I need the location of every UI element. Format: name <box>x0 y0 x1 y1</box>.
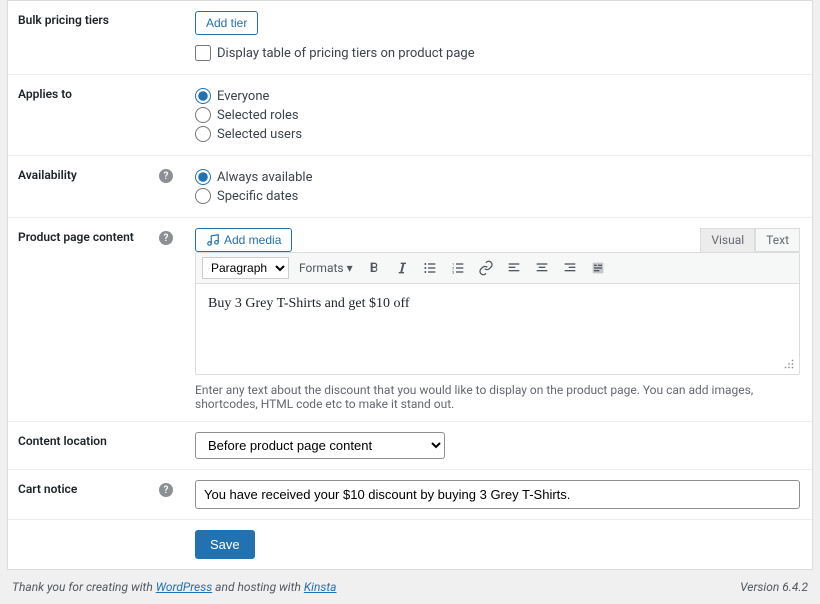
applies-everyone-radio[interactable] <box>195 88 211 104</box>
resize-handle-icon[interactable] <box>782 357 796 371</box>
bulk-pricing-label: Bulk pricing tiers <box>18 13 109 27</box>
editor-toolbar: Paragraph Formats ▾ 123 <box>196 253 799 284</box>
applies-to-label: Applies to <box>18 87 72 101</box>
display-table-label: Display table of pricing tiers on produc… <box>217 46 475 61</box>
paragraph-select[interactable]: Paragraph <box>202 257 289 279</box>
save-button[interactable]: Save <box>195 530 255 559</box>
version-text: Version 6.4.2 <box>740 580 808 594</box>
cart-notice-input[interactable] <box>195 480 800 509</box>
music-note-icon <box>206 233 220 247</box>
bullet-list-icon[interactable] <box>419 257 441 279</box>
content-location-select[interactable]: Before product page content <box>195 432 445 459</box>
help-icon[interactable]: ? <box>159 169 173 183</box>
applies-roles-radio[interactable] <box>195 107 211 123</box>
tab-visual[interactable]: Visual <box>700 228 755 252</box>
help-icon[interactable]: ? <box>159 483 173 497</box>
avail-specific-radio[interactable] <box>195 188 211 204</box>
svg-text:3: 3 <box>452 269 454 274</box>
cart-notice-label: Cart notice <box>18 482 77 496</box>
footer-credits: Thank you for creating with WordPress an… <box>12 580 337 594</box>
content-help-text: Enter any text about the discount that y… <box>195 383 800 411</box>
applies-users-label: Selected users <box>217 127 302 142</box>
avail-always-label: Always available <box>217 170 312 185</box>
formats-dropdown[interactable]: Formats ▾ <box>295 261 357 275</box>
kinsta-link[interactable]: Kinsta <box>304 580 337 594</box>
numbered-list-icon[interactable]: 123 <box>447 257 469 279</box>
add-media-button[interactable]: Add media <box>195 228 292 252</box>
align-left-icon[interactable] <box>503 257 525 279</box>
bold-icon[interactable] <box>363 257 385 279</box>
product-content-label: Product page content <box>18 230 134 244</box>
applies-users-radio[interactable] <box>195 126 211 142</box>
help-icon[interactable]: ? <box>159 231 173 245</box>
tab-text[interactable]: Text <box>755 228 800 252</box>
wordpress-link[interactable]: WordPress <box>156 580 213 594</box>
align-right-icon[interactable] <box>559 257 581 279</box>
italic-icon[interactable] <box>391 257 413 279</box>
applies-everyone-label: Everyone <box>217 89 269 104</box>
link-icon[interactable] <box>475 257 497 279</box>
avail-always-radio[interactable] <box>195 169 211 185</box>
toolbar-toggle-icon[interactable] <box>587 257 609 279</box>
align-center-icon[interactable] <box>531 257 553 279</box>
avail-specific-label: Specific dates <box>217 189 298 204</box>
editor-content[interactable]: Buy 3 Grey T-Shirts and get $10 off <box>196 284 799 374</box>
content-location-label: Content location <box>18 434 107 448</box>
applies-roles-label: Selected roles <box>217 108 299 123</box>
display-table-checkbox[interactable] <box>195 45 211 61</box>
availability-label: Availability <box>18 168 77 182</box>
add-tier-button[interactable]: Add tier <box>195 11 258 35</box>
